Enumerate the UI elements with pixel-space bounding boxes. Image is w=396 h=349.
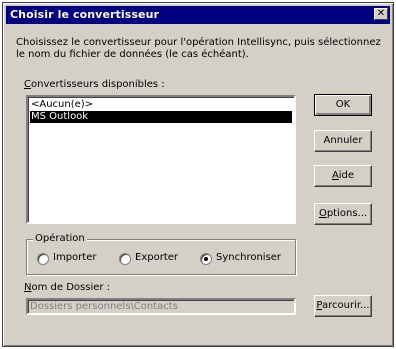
radio-export-label[interactable]: Exporter <box>135 252 178 263</box>
radio-selected-dot <box>204 257 208 261</box>
list-item-none[interactable]: <Aucun(e)> <box>30 99 93 111</box>
list-item-ms-outlook[interactable]: MS Outlook <box>30 111 292 123</box>
help-button[interactable]: Aide <box>314 165 372 187</box>
radio-import-label[interactable]: Importer <box>53 252 96 263</box>
close-icon: ✕ <box>376 8 386 19</box>
choose-converter-dialog: Choisir le convertisseur ✕ Choisissez le… <box>2 2 394 347</box>
options-button[interactable]: Options... <box>314 203 372 225</box>
options-label-rest: ptions... <box>326 208 368 219</box>
converters-label-rest: onvertisseurs disponibles : <box>30 79 165 90</box>
folder-name-field[interactable]: Dossiers personnels\Contacts <box>26 298 296 315</box>
radio-export[interactable] <box>119 253 131 265</box>
help-hotkey: A <box>331 170 339 181</box>
folder-label: Nom de Dossier : <box>24 282 110 293</box>
radio-import[interactable] <box>37 253 49 265</box>
converters-listbox[interactable]: <Aucun(e)> MS Outlook <box>26 95 296 224</box>
operation-groupbox: Opération Importer Exporter Synchroniser <box>26 233 296 275</box>
title-bar[interactable]: Choisir le convertisseur ✕ <box>6 6 390 24</box>
converters-label: Convertisseurs disponibles : <box>24 79 165 90</box>
close-button[interactable]: ✕ <box>374 8 388 20</box>
instructions-text: Choisissez le convertisseur pour l'opéra… <box>16 37 381 60</box>
browse-label-rest: arcourir... <box>322 300 370 311</box>
radio-synchronize-label[interactable]: Synchroniser <box>216 252 281 263</box>
folder-label-rest: om de Dossier : <box>31 282 111 293</box>
operation-legend: Opération <box>33 233 87 244</box>
cancel-button[interactable]: Annuler <box>314 130 372 152</box>
ok-button[interactable]: OK <box>314 94 372 116</box>
help-label-rest: ide <box>338 170 355 181</box>
dialog-title: Choisir le convertisseur <box>10 8 160 21</box>
browse-button[interactable]: Parcourir... <box>314 295 372 317</box>
converters-label-hotkey: C <box>24 79 31 90</box>
options-hotkey: O <box>318 208 327 219</box>
radio-synchronize[interactable] <box>200 253 212 265</box>
